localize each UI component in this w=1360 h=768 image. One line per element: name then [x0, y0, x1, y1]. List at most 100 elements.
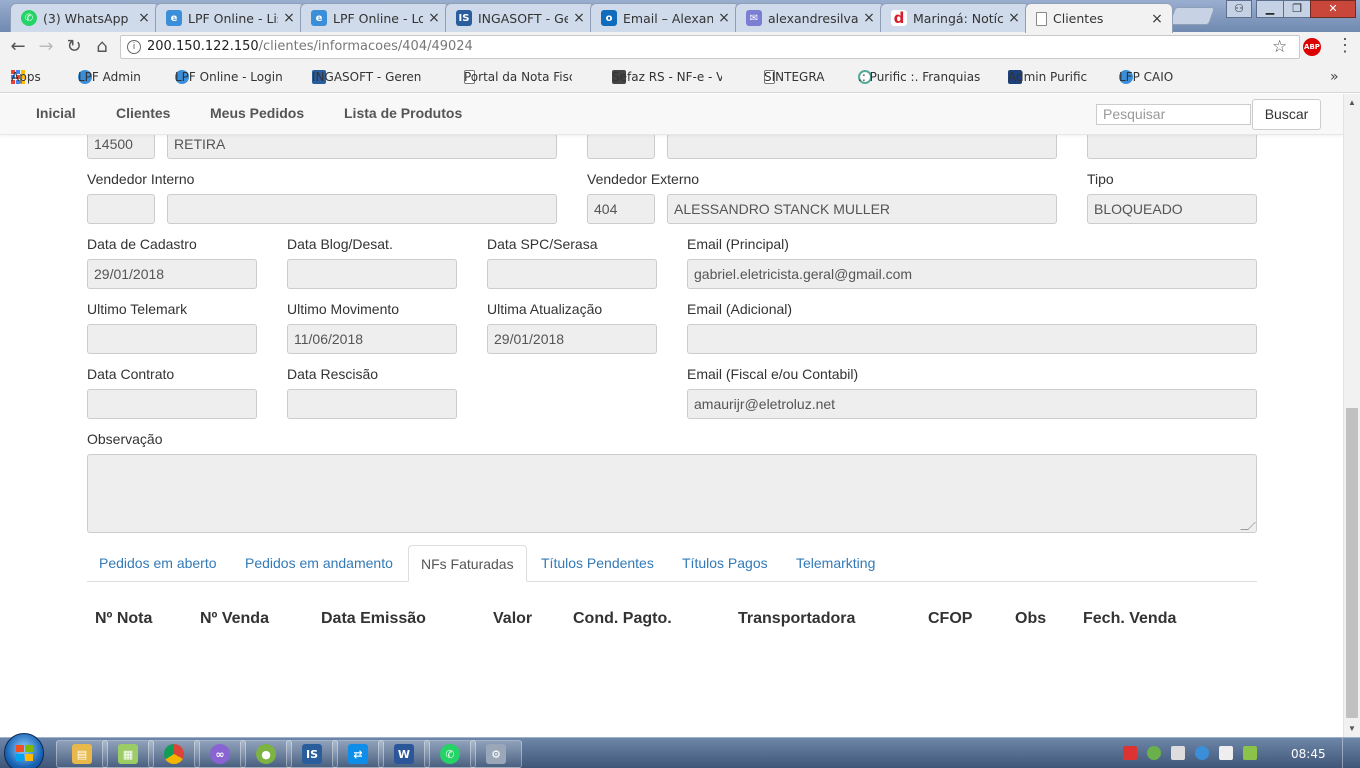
- data-cadastro-field[interactable]: 29/01/2018: [87, 259, 257, 289]
- bookmark-item[interactable]: INGASOFT - Gerencia: [312, 70, 422, 84]
- taskbar-app[interactable]: ●: [240, 740, 292, 768]
- close-icon[interactable]: ×: [572, 11, 586, 25]
- tab-titulos-pagos[interactable]: Títulos Pagos: [670, 545, 780, 582]
- close-icon[interactable]: ×: [427, 11, 441, 25]
- search-input[interactable]: Pesquisar: [1096, 104, 1251, 125]
- vendedor-interno-code-field[interactable]: [87, 194, 155, 224]
- taskbar-whatsapp[interactable]: ✆: [424, 740, 476, 768]
- bookmark-item[interactable]: Sefaz RS - NF-e - Val: [612, 70, 722, 84]
- scroll-up-icon[interactable]: ▲: [1348, 98, 1356, 107]
- tray-app-icon[interactable]: [1243, 746, 1257, 760]
- taskbar-network[interactable]: ⚙: [470, 740, 522, 768]
- bookmark-item[interactable]: .: Purific :. Franquias: [858, 70, 980, 84]
- tray-device-icon[interactable]: [1171, 746, 1185, 760]
- minimize-button[interactable]: ▁: [1256, 0, 1284, 18]
- ultimo-telemark-field[interactable]: [87, 324, 257, 354]
- column-header: Nº Venda: [200, 610, 269, 627]
- tab-telemarkting[interactable]: Telemarkting: [784, 545, 887, 582]
- reload-icon[interactable]: ↻: [64, 38, 84, 58]
- ultimo-movimento-field[interactable]: 11/06/2018: [287, 324, 457, 354]
- tab-titulos-pendentes[interactable]: Títulos Pendentes: [529, 545, 666, 582]
- close-icon[interactable]: ×: [717, 11, 731, 25]
- menu-icon[interactable]: ⋮: [1336, 36, 1354, 54]
- field-label: Email (Principal): [687, 236, 789, 252]
- nav-inicial[interactable]: Inicial: [36, 105, 76, 121]
- close-icon[interactable]: ×: [1007, 11, 1021, 25]
- close-icon[interactable]: ×: [862, 11, 876, 25]
- bookmark-item[interactable]: SINTEGRA: [764, 70, 824, 84]
- browser-tab[interactable]: e LPF Online - Loja ×: [300, 3, 450, 32]
- browser-tab[interactable]: IS INGASOFT - Ger ×: [445, 3, 595, 32]
- data-blog-field[interactable]: [287, 259, 457, 289]
- browser-tab[interactable]: ✉ alexandresilvapr ×: [735, 3, 885, 32]
- ingasoft-icon: IS: [302, 744, 322, 764]
- email-principal-field[interactable]: gabriel.eletricista.geral@gmail.com: [687, 259, 1257, 289]
- taskbar-word[interactable]: W: [378, 740, 430, 768]
- taskbar-teamviewer[interactable]: ⇄: [332, 740, 384, 768]
- tray-network-icon[interactable]: [1195, 746, 1209, 760]
- new-tab-button[interactable]: [1168, 7, 1216, 25]
- tray-check-icon[interactable]: [1147, 746, 1161, 760]
- search-button[interactable]: Buscar: [1252, 99, 1321, 130]
- taskbar-app[interactable]: ∞: [194, 740, 246, 768]
- vendedor-externo-code-field[interactable]: 404: [587, 194, 655, 224]
- taskbar-ingasoft[interactable]: IS: [286, 740, 338, 768]
- close-icon[interactable]: ×: [1150, 12, 1164, 26]
- bookmark-item[interactable]: Admin Purific: [1008, 70, 1087, 84]
- browser-tab[interactable]: o Email – Alexand ×: [590, 3, 740, 32]
- vertical-scrollbar[interactable]: ▲ ▼: [1343, 94, 1360, 737]
- home-icon[interactable]: ⌂: [92, 38, 112, 58]
- user-icon[interactable]: ⚇: [1226, 0, 1252, 18]
- data-spc-field[interactable]: [487, 259, 657, 289]
- bookmark-item[interactable]: LPF Admin: [78, 70, 141, 84]
- browser-tab-active[interactable]: Clientes ×: [1025, 3, 1173, 33]
- adblock-icon[interactable]: ABP: [1303, 38, 1321, 56]
- close-window-button[interactable]: ✕: [1310, 0, 1356, 18]
- back-icon[interactable]: ←: [8, 38, 28, 58]
- vendedor-externo-name-field[interactable]: ALESSANDRO STANCK MULLER: [667, 194, 1057, 224]
- nav-meus-pedidos[interactable]: Meus Pedidos: [210, 105, 304, 121]
- data-contrato-field[interactable]: [87, 389, 257, 419]
- ultima-atualizacao-field[interactable]: 29/01/2018: [487, 324, 657, 354]
- browser-tab[interactable]: e LPF Online - List ×: [155, 3, 305, 32]
- browser-tab[interactable]: d Maringá: Notícia ×: [880, 3, 1030, 32]
- close-icon[interactable]: ×: [282, 11, 296, 25]
- scroll-thumb[interactable]: [1346, 408, 1358, 718]
- bookmark-item[interactable]: LPF Online - Login: [175, 70, 283, 84]
- tab-nfs-faturadas[interactable]: NFs Faturadas: [408, 545, 527, 582]
- tray-alert-icon[interactable]: [1123, 746, 1137, 760]
- address-bar[interactable]: i 200.150.122.150/clientes/informacoes/4…: [120, 35, 1300, 59]
- nav-clientes[interactable]: Clientes: [116, 105, 170, 121]
- email-fiscal-field[interactable]: amaurijr@eletroluz.net: [687, 389, 1257, 419]
- bookmark-item[interactable]: LFP CAIO: [1119, 70, 1173, 84]
- forward-icon[interactable]: →: [36, 38, 56, 58]
- taskbar-folders[interactable]: ▦: [102, 740, 154, 768]
- resize-grip-icon[interactable]: [1240, 522, 1256, 530]
- browser-tab[interactable]: ✆ (3) WhatsApp ×: [10, 3, 160, 32]
- info-icon[interactable]: i: [127, 40, 141, 54]
- scroll-down-icon[interactable]: ▼: [1348, 724, 1356, 733]
- bookmarks-overflow-icon[interactable]: »: [1330, 69, 1339, 85]
- tab-pedidos-andamento[interactable]: Pedidos em andamento: [233, 545, 405, 582]
- clock[interactable]: 08:45: [1291, 747, 1326, 761]
- field-label: Data Rescisão: [287, 366, 379, 382]
- data-rescisao-field[interactable]: [287, 389, 457, 419]
- vendedor-interno-name-field[interactable]: [167, 194, 557, 224]
- chrome-icon: [164, 744, 184, 764]
- start-button[interactable]: [4, 733, 44, 768]
- field-label: Data Contrato: [87, 366, 175, 382]
- close-icon[interactable]: ×: [137, 11, 151, 25]
- volume-icon[interactable]: [1219, 746, 1233, 760]
- restore-button[interactable]: ❐: [1283, 0, 1311, 18]
- nav-lista-produtos[interactable]: Lista de Produtos: [344, 105, 462, 121]
- tipo-field[interactable]: BLOQUEADO: [1087, 194, 1257, 224]
- bookmark-item[interactable]: Portal da Nota Fiscal: [464, 70, 572, 84]
- tab-pedidos-aberto[interactable]: Pedidos em aberto: [87, 545, 229, 582]
- observacao-textarea[interactable]: [87, 454, 1257, 533]
- bookmark-apps[interactable]: Apps: [11, 70, 41, 84]
- show-desktop-button[interactable]: [1342, 738, 1360, 768]
- bookmark-star-icon[interactable]: ☆: [1272, 37, 1287, 57]
- email-adicional-field[interactable]: [687, 324, 1257, 354]
- taskbar-explorer[interactable]: ▤: [56, 740, 108, 768]
- taskbar-chrome[interactable]: [148, 740, 200, 768]
